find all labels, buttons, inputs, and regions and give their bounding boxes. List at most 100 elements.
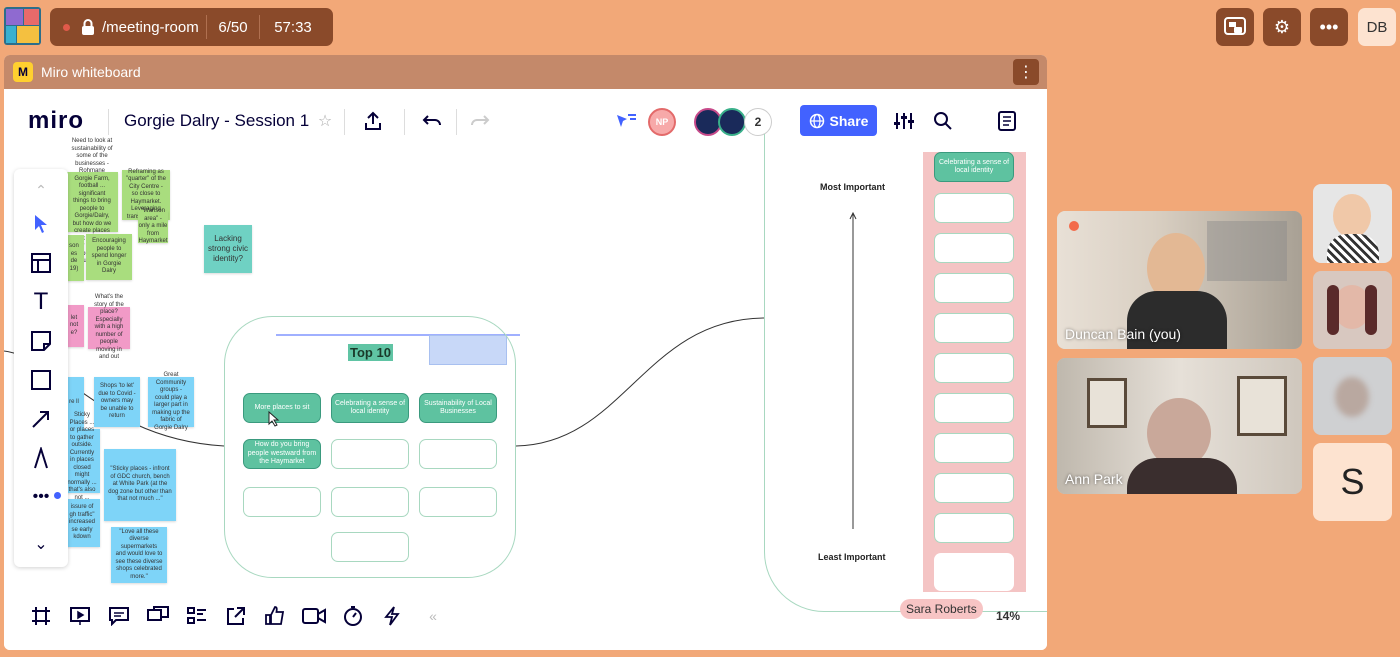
mouse-cursor-icon [268,411,280,427]
whiteboard-canvas[interactable]: miro Gorgie Dalry - Session 1 ☆ NP 2 Sha… [4,89,1047,650]
ladder-empty-slot[interactable] [934,393,1014,423]
chat-button[interactable] [145,603,171,629]
presentation-button[interactable] [67,603,93,629]
top10-empty-slot[interactable] [419,439,497,469]
top10-empty-slot[interactable] [419,487,497,517]
top10-card[interactable]: Sustainability of Local Businesses [419,393,497,423]
sticky-note[interactable]: "Wanson area" - only a mile from Haymark… [138,208,168,244]
sticky-note[interactable]: issure of gh traffic" increased se early… [64,499,100,547]
power-ups-button[interactable] [379,603,405,629]
sticky-note[interactable]: "Love all these diverse supermarkets and… [111,527,167,583]
video-tile-participant[interactable] [1313,357,1392,435]
sticky-note-tool[interactable] [26,326,56,356]
select-tool[interactable] [26,209,56,239]
hair-shape [1327,285,1339,335]
ladder-empty-slot[interactable] [934,433,1014,463]
video-call-button[interactable] [301,603,327,629]
text-tool[interactable]: T [26,287,56,317]
app-logo[interactable] [4,7,41,45]
connection-line-tool[interactable] [26,404,56,434]
most-important-label: Most Important [820,182,885,192]
ladder-empty-slot[interactable] [934,513,1014,543]
screen-share-button[interactable] [1216,8,1254,46]
participant-name: Duncan Bain (you) [1065,326,1181,342]
collapse-toolbar-icon[interactable]: « [420,603,446,629]
cursor-user-tag: Sara Roberts [900,599,983,619]
comments-button[interactable] [106,603,132,629]
picture-frame-shape [1237,376,1287,436]
top10-empty-slot[interactable] [331,532,409,562]
person-body-shape [1327,234,1379,263]
frame-icon [32,607,50,625]
text-icon: T [33,288,49,315]
window-menu-button[interactable]: ⋮ [1013,59,1039,85]
ladder-empty-slot[interactable] [934,273,1014,303]
miro-window: M Miro whiteboard ⋮ miro Gorgie Dalry - … [4,55,1047,650]
top10-card[interactable]: Celebrating a sense of local identity [331,393,409,423]
sticky-note[interactable]: Shops 'to let' due to Covid - owners may… [94,377,140,427]
settings-button[interactable]: ⚙ [1263,8,1301,46]
video-tile-participant[interactable] [1313,184,1392,263]
miro-window-title: Miro whiteboard [41,64,141,80]
pen-tool[interactable] [26,443,56,473]
more-horizontal-icon: ••• [32,488,50,505]
ladder-empty-slot[interactable] [934,233,1014,263]
square-icon [31,370,51,390]
ladder-empty-slot[interactable] [934,193,1014,223]
top10-card[interactable]: How do you bring people westward from th… [243,439,321,469]
sticky-note[interactable]: "Sticky places - infront of GDC church, … [104,449,176,521]
video-tile-ann[interactable]: Ann Park [1057,358,1302,494]
screen-share-icon [1224,17,1246,35]
participant-initial-tile[interactable]: S [1313,443,1392,521]
sticky-note[interactable]: Sticky Places ... or places to gather ou… [64,412,100,508]
top10-title[interactable]: Top 10 [348,344,393,361]
miro-titlebar: M Miro whiteboard ⋮ [4,55,1047,89]
sticky-note-icon [31,331,51,351]
picture-frame-shape [1087,378,1127,428]
pointer-icon [35,215,47,233]
top10-empty-slot[interactable] [331,487,409,517]
video-tile-participant[interactable] [1313,271,1392,349]
toolbar-expand-down-icon[interactable]: ⌄ [26,529,56,559]
templates-tool[interactable] [26,248,56,278]
share-screen-button[interactable] [223,603,249,629]
zoom-level[interactable]: 14% [996,609,1020,623]
toolbar-collapse-up-icon[interactable]: ⌃ [26,175,56,205]
ladder-empty-slot[interactable] [934,553,1014,591]
sticky-note[interactable]: What's the story of the place? Especiall… [88,294,130,360]
sticky-note[interactable]: Lacking strong civic identity? [204,225,252,273]
top10-empty-slot[interactable] [331,439,409,469]
top10-card[interactable]: More places to sit [243,393,321,423]
ladder-empty-slot[interactable] [934,313,1014,343]
ladder-card[interactable]: Celebrating a sense of local identity [934,152,1014,182]
miro-logo-icon: M [13,62,33,82]
comment-icon [109,607,129,626]
ladder-empty-slot[interactable] [934,473,1014,503]
more-tools-button[interactable]: ••• [26,482,56,512]
more-horizontal-icon: ••• [1319,16,1339,37]
ladder-empty-slot[interactable] [934,353,1014,383]
lock-icon [82,19,94,35]
top10-empty-slot[interactable] [243,487,321,517]
meeting-timer: 57:33 [274,18,312,36]
least-important-label: Least Important [818,552,886,562]
frames-button[interactable] [28,603,54,629]
cards-button[interactable] [184,603,210,629]
timer-icon [344,606,362,626]
sticky-note[interactable]: Need to look at sustainability of some o… [66,138,118,264]
voting-button[interactable] [262,603,288,629]
more-options-button[interactable]: ••• [1310,8,1348,46]
sticky-note[interactable]: Encouraging people to spend longer in Go… [86,234,132,280]
shape-tool[interactable] [26,365,56,395]
arrow-icon [32,411,49,428]
user-avatar[interactable]: DB [1358,8,1396,46]
meeting-room-path[interactable]: /meeting-room [102,19,206,36]
sticky-note[interactable]: Great Community groups - could play a la… [148,372,194,431]
left-toolbar: ⌃ T ••• ⌄ [14,169,68,567]
template-icon [31,253,51,273]
video-tile-duncan[interactable]: Duncan Bain (you) [1057,211,1302,349]
bookshelf-shape [1207,221,1287,281]
lightning-icon [384,606,400,626]
participant-count: 6/50 [218,18,248,36]
timer-button[interactable] [340,603,366,629]
